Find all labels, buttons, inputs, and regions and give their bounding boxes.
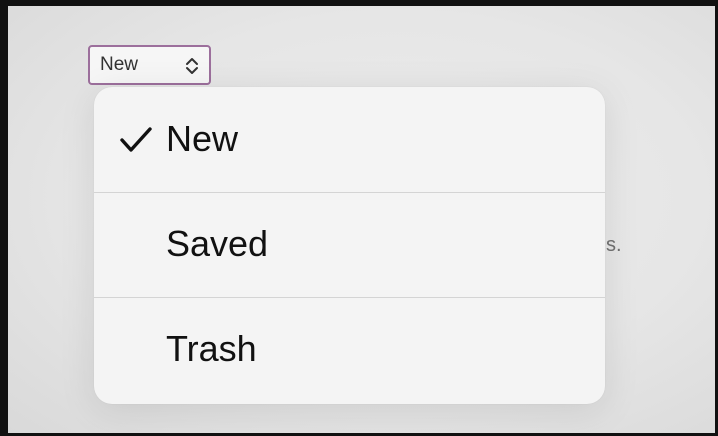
filter-picker-label: New [100,54,139,75]
app-window: New s. New Saved Trash [0,0,718,436]
chevron-up-down-icon [186,58,198,74]
menu-item-label: New [166,117,239,159]
checkmark-icon [120,126,152,152]
menu-item-trash[interactable]: Trash [94,297,605,402]
menu-item-label: Saved [166,223,269,265]
menu-item-saved[interactable]: Saved [94,192,605,297]
filter-picker[interactable]: New [88,45,211,85]
filter-dropdown-menu: New Saved Trash [94,87,605,404]
background-text-fragment: s. [606,234,622,256]
menu-item-label: Trash [166,328,257,370]
menu-item-new[interactable]: New [94,87,605,192]
